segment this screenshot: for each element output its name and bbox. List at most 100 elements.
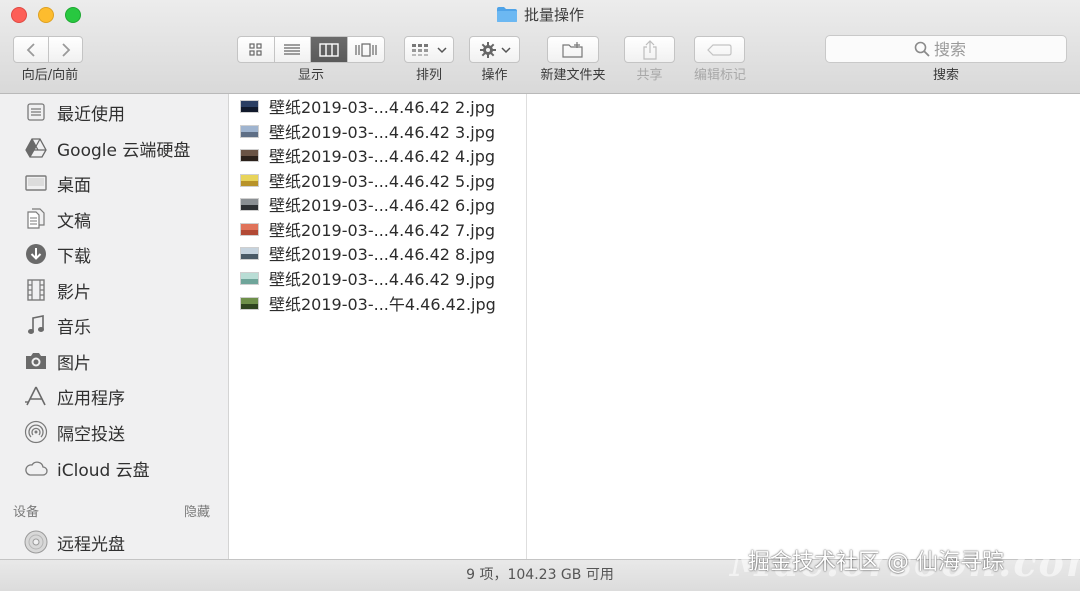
search-icon [914,41,930,57]
icon-view-button[interactable] [238,37,275,62]
gear-icon [479,41,496,58]
share-button[interactable] [624,36,675,63]
list-icon [284,43,301,55]
back-button[interactable] [14,37,49,62]
chevron-left-icon [26,42,35,57]
finder-window: 批量操作 向后/向前 显示 排列 操作 新建文件夹 共享 编辑标记 搜索 搜索 … [0,0,1080,591]
chevron-down-icon [500,46,511,53]
sidebar-item-label: 隔空投送 [57,424,125,445]
devices-section-header: 设备 [13,505,40,520]
gallery-view-button[interactable] [348,37,384,62]
sidebar-item-airdrop[interactable]: 隔空投送 [24,419,125,445]
hide-devices-button[interactable]: 隐藏 [184,501,210,520]
file-item[interactable]: 壁纸2019-03-...4.46.42 8.jpg [240,242,495,264]
image-thumbnail-icon [240,99,259,113]
tag-icon [706,43,732,56]
chevron-right-icon [61,42,70,57]
file-name: 壁纸2019-03-...4.46.42 7.jpg [269,221,496,240]
music-note-icon [24,313,48,337]
downloads-icon [24,242,48,266]
preview-column [528,94,1080,559]
sidebar: 最近使用 Google 云端硬盘 桌面 文稿 下载 影片 音乐 图片 应用程序 … [0,94,229,559]
google-drive-icon [24,136,48,160]
sidebar-item-remote-disc[interactable]: 远程光盘 [24,529,125,555]
window-title: 批量操作 [0,5,1080,28]
image-thumbnail-icon [240,271,259,285]
file-name: 壁纸2019-03-...4.46.42 6.jpg [269,196,496,215]
sidebar-item-downloads[interactable]: 下载 [24,241,91,267]
image-thumbnail-icon [240,246,259,260]
file-item[interactable]: 壁纸2019-03-...4.46.42 2.jpg [240,95,495,117]
folder-icon [496,6,518,28]
movies-icon [24,278,48,302]
file-item[interactable]: 壁纸2019-03-...4.46.42 7.jpg [240,218,495,240]
view-mode-control [237,36,385,63]
file-name: 壁纸2019-03-...午4.46.42.jpg [269,295,496,314]
view-label: 显示 [297,68,324,83]
sidebar-item-documents[interactable]: 文稿 [24,206,91,232]
file-name: 壁纸2019-03-...4.46.42 9.jpg [269,270,496,289]
new-folder-icon [562,41,583,58]
columns-icon [319,42,339,57]
image-thumbnail-icon [240,148,259,162]
sidebar-item-label: 桌面 [57,175,91,196]
file-item[interactable]: 壁纸2019-03-...午4.46.42.jpg [240,292,496,314]
arrange-button[interactable] [404,36,454,63]
column-view-button[interactable] [311,37,348,62]
nav-label: 向后/向前 [21,68,79,83]
sidebar-item-music[interactable]: 音乐 [24,312,91,338]
file-name: 壁纸2019-03-...4.46.42 8.jpg [269,245,496,264]
cloud-icon [24,456,48,480]
edit-tags-label: 编辑标记 [693,68,746,83]
image-thumbnail-icon [240,173,259,187]
new-folder-button[interactable] [547,36,599,63]
file-name: 壁纸2019-03-...4.46.42 4.jpg [269,147,496,166]
file-column: 壁纸2019-03-...4.46.42 2.jpg 壁纸2019-03-...… [230,94,527,559]
file-name: 壁纸2019-03-...4.46.42 2.jpg [269,98,496,117]
watermark-text: 掘金技术社区 @ 仙海寻踪 [748,550,1004,575]
back-forward-control [13,36,83,63]
edit-tags-button[interactable] [694,36,745,63]
icon-grid-icon [249,42,262,56]
file-item[interactable]: 壁纸2019-03-...4.46.42 4.jpg [240,144,495,166]
documents-icon [24,207,48,231]
arrange-grid-icon [412,43,428,56]
sidebar-item-pictures[interactable]: 图片 [24,348,91,374]
file-item[interactable]: 壁纸2019-03-...4.46.42 3.jpg [240,120,495,142]
file-name: 壁纸2019-03-...4.46.42 5.jpg [269,172,496,191]
forward-button[interactable] [49,37,82,62]
sidebar-item-label: iCloud 云盘 [57,460,150,481]
sidebar-item-google-drive[interactable]: Google 云端硬盘 [24,135,190,161]
sidebar-item-movies[interactable]: 影片 [24,277,91,303]
search-field[interactable] [825,35,1067,63]
action-label: 操作 [481,68,508,83]
sidebar-item-applications[interactable]: 应用程序 [24,383,125,409]
list-view-button[interactable] [275,37,311,62]
chevron-down-icon [437,46,447,53]
image-thumbnail-icon [240,296,259,310]
cover-flow-icon [355,42,377,57]
sidebar-item-label: 音乐 [57,317,91,338]
file-item[interactable]: 壁纸2019-03-...4.46.42 5.jpg [240,169,495,191]
camera-icon [24,349,48,373]
desktop-icon [24,171,48,195]
file-item[interactable]: 壁纸2019-03-...4.46.42 6.jpg [240,193,495,215]
share-icon [642,39,657,60]
disc-icon [24,530,48,554]
image-thumbnail-icon [240,197,259,211]
file-name: 壁纸2019-03-...4.46.42 3.jpg [269,123,496,142]
window-title-text: 批量操作 [523,6,584,24]
sidebar-item-icloud-drive[interactable]: iCloud 云盘 [24,455,150,481]
image-thumbnail-icon [240,222,259,236]
file-item[interactable]: 壁纸2019-03-...4.46.42 9.jpg [240,267,495,289]
sidebar-item-recents[interactable]: 最近使用 [24,99,125,125]
sidebar-item-label: 远程光盘 [57,534,125,555]
sidebar-item-desktop[interactable]: 桌面 [24,170,91,196]
action-button[interactable] [469,36,520,63]
sidebar-item-label: 文稿 [57,211,91,232]
airdrop-icon [24,420,48,444]
status-text: 9 项，104.23 GB 可用 [466,567,614,583]
sidebar-item-label: 最近使用 [57,104,125,125]
search-input[interactable] [934,39,978,59]
share-label: 共享 [636,68,663,83]
